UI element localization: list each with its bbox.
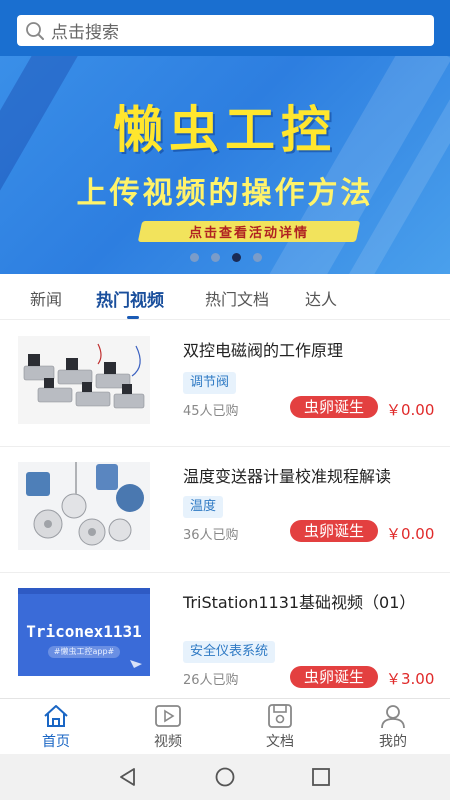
video-list-item[interactable]: Triconex1131 #懒虫工控app# TriStation1131基础视… bbox=[0, 573, 450, 699]
banner-cta[interactable]: 点击查看活动详情 bbox=[140, 222, 358, 241]
video-price: ￥0.00 bbox=[386, 525, 435, 543]
tab-hot-videos[interactable]: 热门视频 bbox=[96, 286, 164, 311]
search-header: 点击搜索 bbox=[0, 0, 450, 56]
pagination-dot[interactable] bbox=[190, 253, 199, 262]
system-navigation-bar bbox=[0, 754, 450, 800]
banner-title: 懒虫工控 bbox=[113, 100, 337, 159]
video-price: ￥0.00 bbox=[386, 401, 435, 419]
banner-subtitle: 上传视频的操作方法 bbox=[76, 176, 374, 211]
level-badge: 虫卵诞生 bbox=[290, 520, 378, 542]
banner-pagination bbox=[190, 253, 262, 262]
nav-label: 首页 bbox=[42, 734, 70, 750]
thumbnail-watermark: #懒虫工控app# bbox=[48, 646, 120, 658]
level-badge: 虫卵诞生 bbox=[290, 396, 378, 418]
nav-label: 文档 bbox=[266, 734, 294, 750]
video-list-item[interactable]: 温度变送器计量校准规程解读 温度 36人已购 虫卵诞生 ￥0.00 bbox=[0, 447, 450, 573]
category-tabs: 新闻 热门视频 热门文档 达人 bbox=[0, 274, 450, 320]
nav-profile[interactable]: 我的 bbox=[358, 703, 428, 751]
video-tag[interactable]: 温度 bbox=[183, 496, 224, 518]
nav-label: 我的 bbox=[379, 734, 407, 750]
level-badge: 虫卵诞生 bbox=[290, 666, 378, 688]
video-thumbnail bbox=[18, 336, 150, 424]
thumbnail-title: Triconex1131 bbox=[26, 622, 142, 641]
pagination-dot[interactable] bbox=[211, 253, 220, 262]
home-icon bbox=[44, 705, 68, 727]
tab-hot-docs[interactable]: 热门文档 bbox=[205, 286, 269, 310]
tab-experts[interactable]: 达人 bbox=[305, 286, 337, 310]
video-icon bbox=[155, 705, 181, 727]
recents-icon[interactable] bbox=[310, 766, 332, 788]
video-title[interactable]: 温度变送器计量校准规程解读 bbox=[183, 465, 438, 488]
active-tab-indicator bbox=[127, 316, 139, 319]
video-price: ￥3.00 bbox=[386, 670, 435, 688]
buyer-count: 45人已购 bbox=[183, 404, 239, 419]
video-title[interactable]: 双控电磁阀的工作原理 bbox=[183, 339, 438, 362]
search-bar[interactable]: 点击搜索 bbox=[17, 15, 434, 46]
video-list-item[interactable]: 双控电磁阀的工作原理 调节阀 45人已购 虫卵诞生 ￥0.00 bbox=[0, 321, 450, 447]
buyer-count: 36人已购 bbox=[183, 528, 239, 543]
video-thumbnail: Triconex1131 #懒虫工控app# bbox=[18, 588, 150, 676]
video-title[interactable]: TriStation1131基础视频（01） bbox=[183, 591, 438, 614]
search-icon bbox=[26, 21, 44, 40]
video-thumbnail bbox=[18, 462, 150, 550]
nav-home[interactable]: 首页 bbox=[21, 703, 91, 751]
bottom-navigation: 首页 视频 文档 我的 bbox=[0, 698, 450, 754]
pagination-dot-active[interactable] bbox=[232, 253, 241, 262]
promo-banner[interactable]: 懒虫工控 上传视频的操作方法 点击查看活动详情 bbox=[0, 56, 450, 274]
tab-news[interactable]: 新闻 bbox=[30, 286, 62, 310]
buyer-count: 26人已购 bbox=[183, 673, 239, 688]
pagination-dot[interactable] bbox=[253, 253, 262, 262]
user-icon bbox=[381, 705, 405, 729]
back-icon[interactable] bbox=[117, 766, 139, 788]
nav-label: 视频 bbox=[154, 734, 182, 750]
video-tag[interactable]: 安全仪表系统 bbox=[183, 641, 276, 663]
document-icon bbox=[268, 704, 292, 728]
video-tag[interactable]: 调节阀 bbox=[183, 372, 237, 394]
nav-documents[interactable]: 文档 bbox=[245, 703, 315, 751]
search-placeholder: 点击搜索 bbox=[51, 23, 119, 43]
nav-video[interactable]: 视频 bbox=[133, 703, 203, 751]
home-circle-icon[interactable] bbox=[214, 766, 236, 788]
